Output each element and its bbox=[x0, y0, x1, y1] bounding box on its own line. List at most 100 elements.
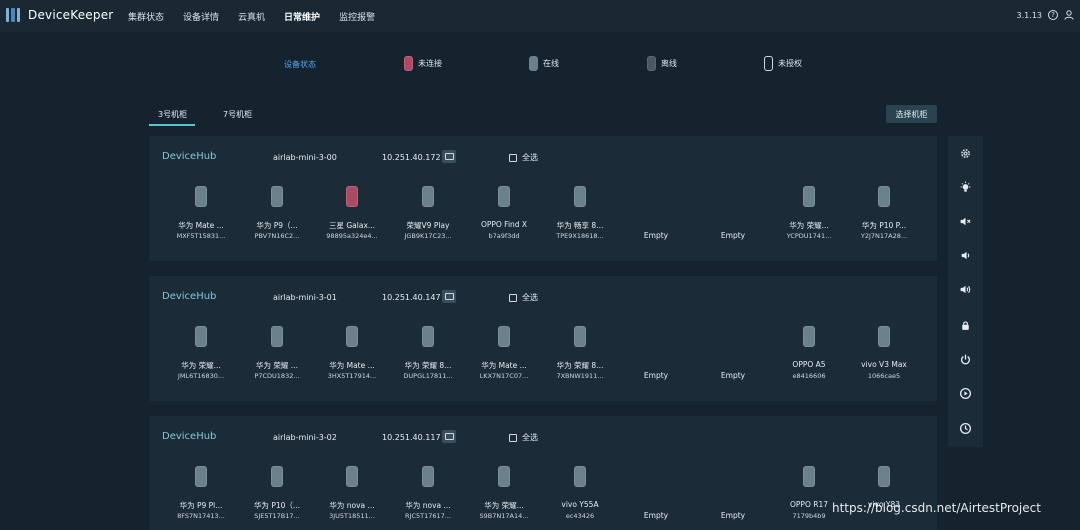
device-slot[interactable]: 华为 P9 Pl... 8FS7N17413... bbox=[163, 466, 239, 526]
phone-icon[interactable] bbox=[803, 466, 815, 487]
device-serial: 3HX5T17914... bbox=[327, 372, 377, 380]
device-slot[interactable]: 华为 荣耀... YCPDU1741... bbox=[771, 186, 847, 246]
device-slot[interactable]: 华为 Mate ... LKX7N17C07... bbox=[466, 326, 542, 386]
select-all-checkbox[interactable]: 全选 bbox=[509, 292, 538, 303]
phone-icon[interactable] bbox=[803, 186, 815, 207]
phone-icon[interactable] bbox=[195, 326, 207, 347]
clock-icon[interactable] bbox=[959, 422, 972, 435]
legend-swatch bbox=[647, 56, 656, 71]
phone-icon[interactable] bbox=[271, 466, 283, 487]
device-slot[interactable]: OPPO R17 7179b4b9 bbox=[771, 466, 847, 526]
volume-up-icon[interactable] bbox=[959, 283, 972, 296]
screen-mirror-button[interactable] bbox=[442, 290, 456, 303]
phone-icon[interactable] bbox=[422, 326, 434, 347]
phone-icon[interactable] bbox=[498, 466, 510, 487]
device-slot[interactable]: vivo V3 Max 1066cae5 bbox=[846, 326, 922, 386]
checkbox-box[interactable] bbox=[509, 153, 517, 162]
device-slot[interactable]: vivo Y83 bbox=[846, 466, 922, 526]
phone-icon[interactable] bbox=[878, 466, 890, 487]
phone-icon[interactable] bbox=[271, 186, 283, 207]
user-icon[interactable] bbox=[1064, 10, 1074, 20]
device-slot[interactable]: vivo Y55A ec43426 bbox=[542, 466, 618, 526]
play-icon[interactable] bbox=[959, 387, 972, 400]
legend-swatch bbox=[764, 56, 773, 71]
device-slot[interactable]: 华为 荣耀... S9B7N17A14... bbox=[466, 466, 542, 526]
device-slot[interactable]: 三星 Galax... 98895a324e4... bbox=[314, 186, 390, 246]
select-all-checkbox[interactable]: 全选 bbox=[509, 152, 538, 163]
phone-icon[interactable] bbox=[195, 186, 207, 207]
nav-cloud-device[interactable]: 云真机 bbox=[238, 10, 265, 23]
device-name: vivo V3 Max bbox=[861, 360, 907, 369]
device-name: 三星 Galax... bbox=[328, 221, 376, 230]
checkbox-box[interactable] bbox=[509, 293, 517, 302]
phone-icon[interactable] bbox=[346, 186, 358, 207]
hub-hostname: airlab-mini-3-01 bbox=[273, 293, 337, 302]
phone-icon[interactable] bbox=[195, 466, 207, 487]
lock-icon[interactable] bbox=[959, 319, 972, 332]
device-serial: MXF5T15831... bbox=[176, 232, 226, 240]
volume-mute-icon[interactable] bbox=[959, 215, 972, 228]
top-navbar: DeviceKeeper 集群状态 设备详情 云真机 日常维护 监控报警 3.1… bbox=[0, 0, 1080, 32]
device-name: 华为 Mate ... bbox=[481, 361, 527, 370]
device-slot[interactable]: OPPO A5 e8416606 bbox=[771, 326, 847, 386]
power-icon[interactable] bbox=[959, 353, 972, 366]
phone-icon[interactable] bbox=[346, 326, 358, 347]
screen-mirror-button[interactable] bbox=[442, 150, 456, 163]
device-slot[interactable]: 荣耀V9 Play JGB9K17C23... bbox=[390, 186, 466, 246]
device-slot[interactable]: 华为 畅享 8... TPE9X18618... bbox=[542, 186, 618, 246]
gear-icon[interactable] bbox=[959, 147, 972, 160]
device-slot[interactable]: 华为 nova ... 3JU5T18511... bbox=[314, 466, 390, 526]
device-slot[interactable]: 华为 P10 P... Y2J7N17A28... bbox=[846, 186, 922, 246]
device-slot[interactable]: 华为 P9（... PBV7N16C2... bbox=[239, 186, 315, 246]
phone-icon[interactable] bbox=[878, 186, 890, 207]
phone-icon[interactable] bbox=[346, 466, 358, 487]
device-slot[interactable]: OPPO Find X b7a9f3dd bbox=[466, 186, 542, 246]
select-all-label: 全选 bbox=[522, 293, 538, 302]
phone-icon[interactable] bbox=[498, 186, 510, 207]
phone-icon[interactable] bbox=[574, 466, 586, 487]
empty-slot: Empty bbox=[695, 326, 771, 386]
nav-daily-maintenance[interactable]: 日常维护 bbox=[284, 10, 320, 23]
screen-mirror-button[interactable] bbox=[442, 430, 456, 443]
device-slot[interactable]: 华为 P10（... SJE5T17B17... bbox=[239, 466, 315, 526]
hub-ip: 10.251.40.147 bbox=[382, 293, 441, 302]
device-slot[interactable]: 华为 Mate ... 3HX5T17914... bbox=[314, 326, 390, 386]
phone-icon[interactable] bbox=[574, 326, 586, 347]
tab-cabinet-3[interactable]: 3号机柜 bbox=[158, 109, 187, 120]
device-hub-panel: DeviceHub airlab-mini-3-02 10.251.40.117 全选… bbox=[149, 416, 937, 530]
device-slot[interactable]: 华为 荣耀 ... P7CDU1832... bbox=[239, 326, 315, 386]
phone-icon[interactable] bbox=[422, 466, 434, 487]
device-name: 华为 荣耀... bbox=[181, 361, 221, 370]
phone-icon[interactable] bbox=[803, 326, 815, 347]
device-name: 荣耀V9 Play bbox=[406, 221, 450, 230]
phone-icon[interactable] bbox=[498, 326, 510, 347]
help-icon[interactable]: ? bbox=[1048, 10, 1058, 20]
nav-monitor-alerts[interactable]: 监控报警 bbox=[339, 10, 375, 23]
device-slot[interactable]: 华为 nova ... RJC5T17617... bbox=[390, 466, 466, 526]
phone-icon[interactable] bbox=[422, 186, 434, 207]
bulb-icon[interactable] bbox=[959, 181, 972, 194]
device-slot[interactable]: 华为 荣耀 8... 7XBNW1911... bbox=[542, 326, 618, 386]
volume-down-icon[interactable] bbox=[959, 249, 972, 262]
device-serial: TPE9X18618... bbox=[556, 232, 604, 240]
checkbox-box[interactable] bbox=[509, 433, 517, 442]
legend-swatch bbox=[529, 56, 538, 71]
empty-slot: Empty bbox=[695, 466, 771, 526]
select-cabinet-button[interactable]: 选择机柜 bbox=[886, 105, 937, 123]
legend-unconnected: 未连接 bbox=[404, 56, 442, 71]
nav-cluster-status[interactable]: 集群状态 bbox=[128, 10, 164, 23]
phone-icon[interactable] bbox=[574, 186, 586, 207]
select-all-checkbox[interactable]: 全选 bbox=[509, 432, 538, 443]
nav-device-details[interactable]: 设备详情 bbox=[183, 10, 219, 23]
select-all-label: 全选 bbox=[522, 433, 538, 442]
app-brand[interactable]: DeviceKeeper bbox=[28, 8, 113, 22]
phone-icon[interactable] bbox=[271, 326, 283, 347]
tab-cabinet-7[interactable]: 7号机柜 bbox=[223, 109, 252, 120]
empty-label: Empty bbox=[643, 511, 669, 520]
device-slot[interactable]: 华为 荣耀... JML6T16830... bbox=[163, 326, 239, 386]
hub-hostname: airlab-mini-3-02 bbox=[273, 433, 337, 442]
device-slot[interactable]: 华为 荣耀 8... DUPGL17811... bbox=[390, 326, 466, 386]
phone-icon[interactable] bbox=[878, 326, 890, 347]
device-slot[interactable]: 华为 Mate ... MXF5T15831... bbox=[163, 186, 239, 246]
empty-label: Empty bbox=[643, 231, 669, 240]
